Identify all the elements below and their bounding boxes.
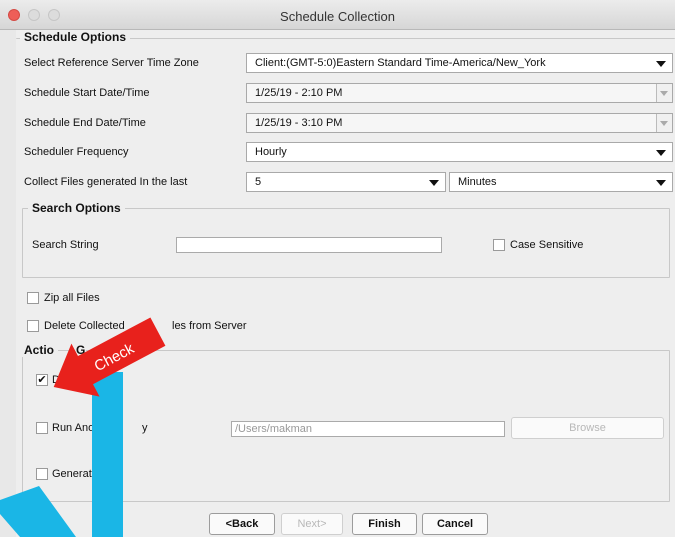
generate-checkbox[interactable] [36,468,48,480]
cancel-button[interactable]: Cancel [422,513,488,535]
run-another-checkbox[interactable] [36,422,48,434]
run-another-label-tail: y [142,422,148,434]
timezone-label: Select Reference Server Time Zone [24,57,199,69]
start-datetime-label: Schedule Start Date/Time [24,87,150,99]
end-datetime-value: 1/25/19 - 3:10 PM [255,117,343,129]
chevron-down-icon [429,180,439,186]
chevron-down-icon [656,150,666,156]
delete-collected-checkbox[interactable] [27,320,39,332]
chevron-down-icon [656,61,666,67]
case-sensitive-label: Case Sensitive [510,239,584,251]
collect-unit-value: Minutes [458,176,497,188]
back-button[interactable]: <Back [209,513,275,535]
collect-unit-select[interactable]: Minutes [449,172,673,192]
timezone-value: Client:(GMT-5:0)Eastern Standard Time-Am… [255,57,546,69]
start-datetime-dropdown-icon[interactable] [656,84,672,102]
case-sensitive-checkbox[interactable] [493,239,505,251]
collect-amount-select[interactable]: 5 [246,172,446,192]
title-bar: Schedule Collection [0,0,675,30]
run-another-label: Run Anot [52,422,98,434]
end-datetime-label: Schedule End Date/Time [24,117,146,129]
zip-all-files-label: Zip all Files [44,292,100,304]
frequency-select[interactable]: Hourly [246,142,673,162]
download-checkbox[interactable]: ✔ [36,374,48,386]
frequency-value: Hourly [255,146,287,158]
collect-amount-value: 5 [255,176,262,188]
start-datetime-field[interactable]: 1/25/19 - 2:10 PM [246,83,673,103]
end-datetime-field[interactable]: 1/25/19 - 3:10 PM [246,113,673,133]
schedule-options-legend: Schedule Options [20,30,131,44]
download-label-tail: loa [72,374,87,386]
start-datetime-value: 1/25/19 - 2:10 PM [255,87,343,99]
chevron-down-icon [656,180,666,186]
action-options-legend-tail: G [75,343,87,357]
frequency-label: Scheduler Frequency [24,146,129,158]
generate-label: Generate [52,468,98,480]
search-string-label: Search String [32,239,99,251]
script-path-input[interactable]: /Users/makman [231,421,505,437]
next-button[interactable]: Next> [281,513,343,535]
dialog-body: Schedule Options Select Reference Server… [16,30,675,537]
zip-all-files-checkbox[interactable] [27,292,39,304]
end-datetime-dropdown-icon[interactable] [656,114,672,132]
download-label: Dow [52,374,75,386]
action-options-legend: Actio [20,343,58,357]
delete-collected-label-tail: les from Server [172,320,247,332]
delete-collected-label: Delete Collected [44,320,125,332]
timezone-select[interactable]: Client:(GMT-5:0)Eastern Standard Time-Am… [246,53,673,73]
search-options-legend: Search Options [28,201,125,215]
browse-button[interactable]: Browse [511,417,664,439]
search-string-input[interactable] [176,237,442,253]
collect-files-label: Collect Files generated In the last [24,176,188,188]
finish-button[interactable]: Finish [352,513,417,535]
window-title: Schedule Collection [280,9,395,24]
